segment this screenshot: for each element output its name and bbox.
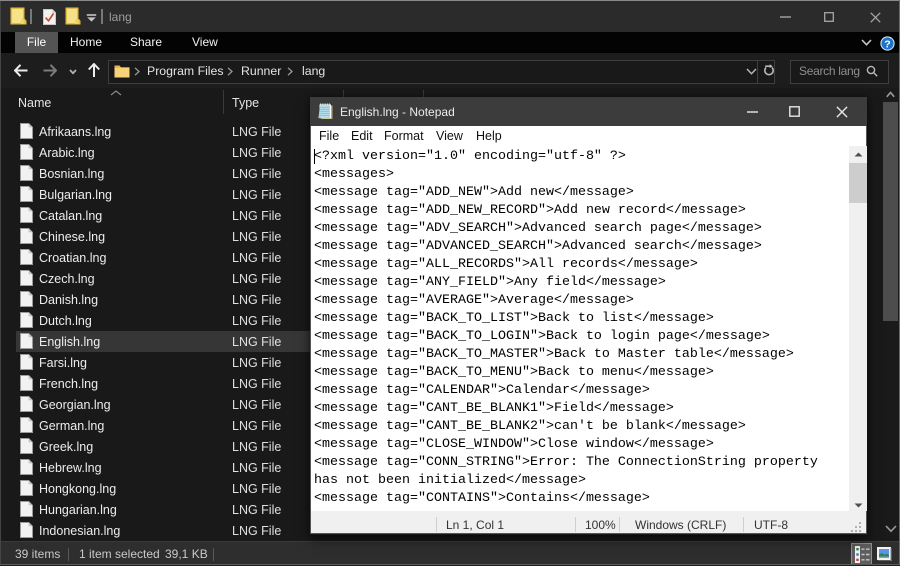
svg-text:?: ? <box>884 38 890 50</box>
